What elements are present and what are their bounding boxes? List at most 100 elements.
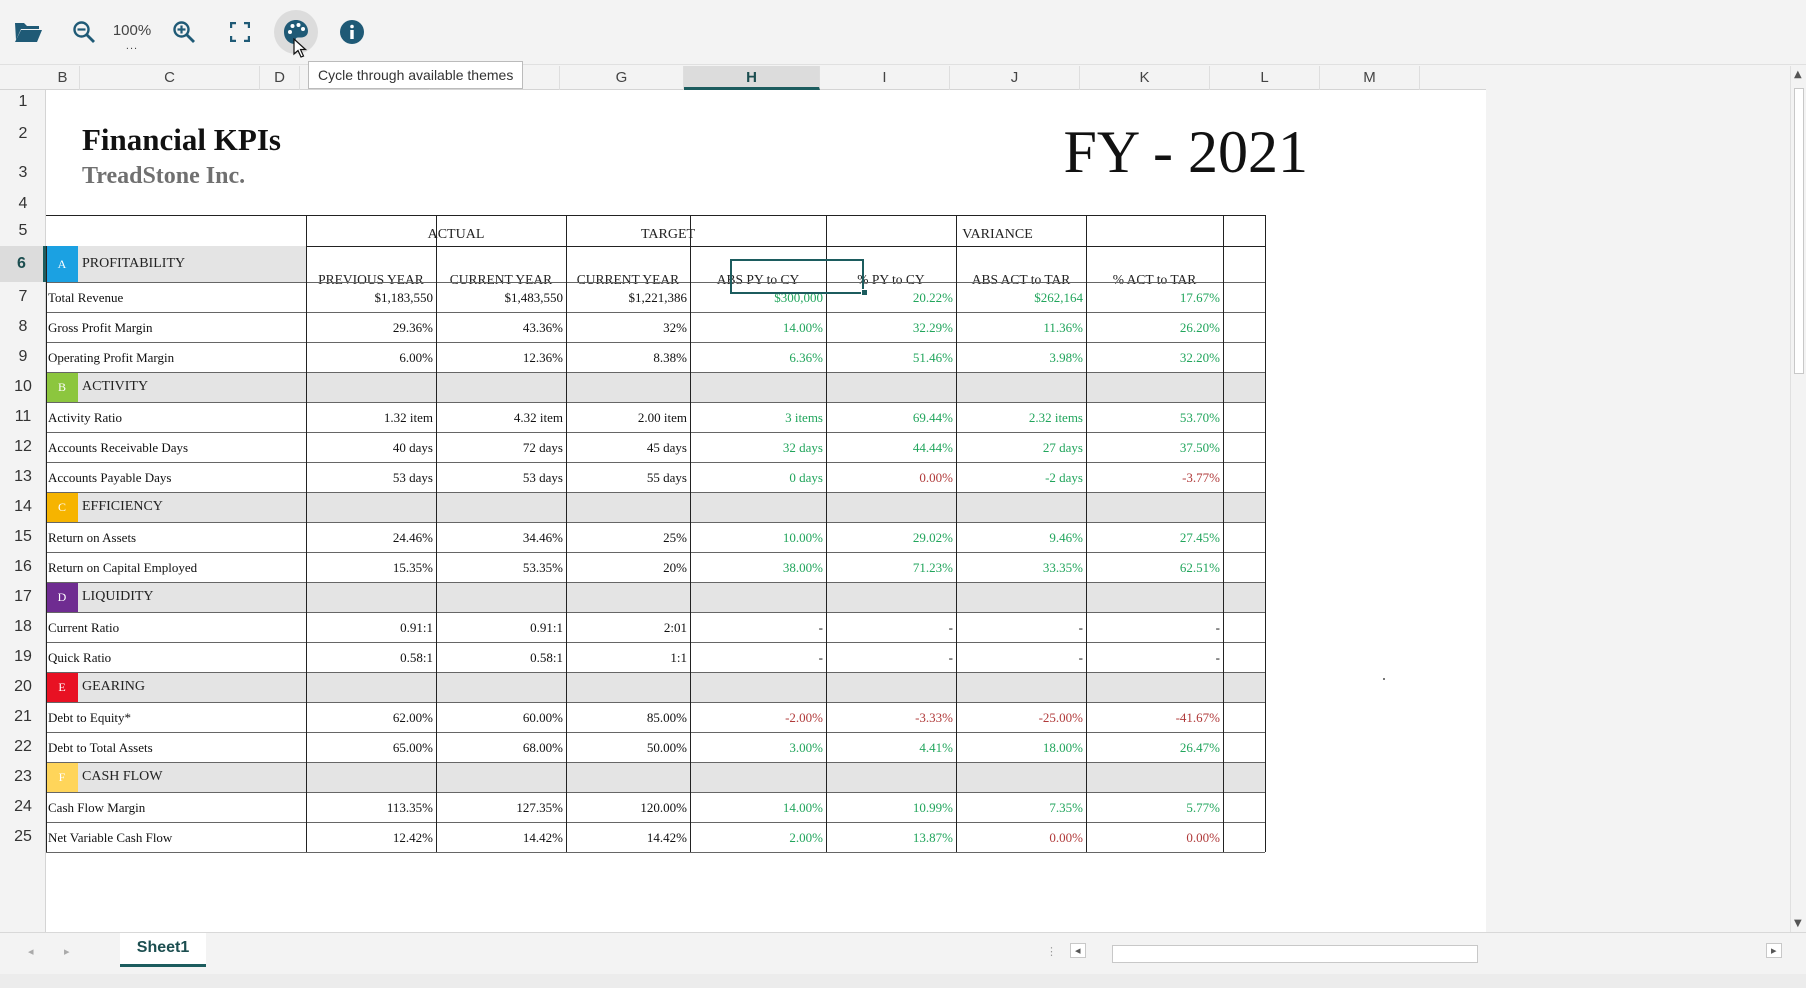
kpi-value[interactable]: 53 days (306, 470, 433, 486)
next-sheet-icon[interactable]: ▸ (64, 945, 70, 958)
kpi-value[interactable]: 11.36% (956, 320, 1083, 336)
kpi-value[interactable]: 29.02% (826, 530, 953, 546)
kpi-value[interactable]: - (956, 650, 1083, 666)
kpi-value[interactable]: - (826, 650, 953, 666)
row-header-8[interactable]: 8 (0, 312, 46, 342)
kpi-value[interactable]: 24.46% (306, 530, 433, 546)
vertical-scrollbar[interactable]: ▲ ▼ (1790, 66, 1806, 932)
column-header-k[interactable]: K (1080, 66, 1210, 90)
fullscreen-button[interactable] (218, 10, 262, 54)
kpi-value[interactable]: 0 days (690, 470, 823, 486)
kpi-value[interactable]: 55 days (566, 470, 687, 486)
scroll-left-icon[interactable]: ◂ (1070, 943, 1086, 958)
row-header-17[interactable]: 17 (0, 582, 46, 612)
kpi-value[interactable]: 14.00% (690, 800, 823, 816)
row-header-7[interactable]: 7 (0, 282, 46, 312)
column-header-i[interactable]: I (820, 66, 950, 90)
kpi-value[interactable]: 60.00% (436, 710, 563, 726)
fill-handle[interactable] (861, 289, 868, 296)
prev-sheet-icon[interactable]: ◂ (28, 945, 34, 958)
kpi-value[interactable]: 2:01 (566, 620, 687, 636)
column-header-h[interactable]: H (684, 66, 820, 90)
kpi-value[interactable]: - (956, 620, 1083, 636)
row-header-10[interactable]: 10 (0, 372, 46, 402)
kpi-value[interactable]: 0.00% (826, 470, 953, 486)
tab-splitter-icon[interactable]: ⋮ (1046, 945, 1057, 958)
row-header-13[interactable]: 13 (0, 462, 46, 492)
kpi-value[interactable]: 0.58:1 (306, 650, 433, 666)
kpi-value[interactable]: $1,483,550 (436, 290, 564, 306)
scroll-right-icon[interactable]: ▸ (1766, 943, 1782, 958)
kpi-value[interactable]: 26.20% (1086, 320, 1220, 336)
kpi-value[interactable]: 44.44% (826, 440, 953, 456)
kpi-value[interactable]: - (1086, 650, 1220, 666)
kpi-value[interactable]: 9.46% (956, 530, 1083, 546)
kpi-value[interactable]: -2 days (956, 470, 1083, 486)
kpi-value[interactable]: 45 days (566, 440, 687, 456)
kpi-value[interactable]: 27.45% (1086, 530, 1220, 546)
row-header-1[interactable]: 1 (0, 90, 46, 114)
kpi-value[interactable]: 50.00% (566, 740, 687, 756)
kpi-value[interactable]: 2.00 item (566, 410, 687, 426)
kpi-value[interactable]: 12.42% (306, 830, 433, 846)
selected-cell[interactable] (730, 259, 864, 294)
row-header-21[interactable]: 21 (0, 702, 46, 732)
kpi-value[interactable]: 26.47% (1086, 740, 1220, 756)
kpi-value[interactable]: 43.36% (436, 320, 563, 336)
row-header-19[interactable]: 19 (0, 642, 46, 672)
column-header-g[interactable]: G (560, 66, 684, 90)
kpi-value[interactable]: 3.00% (690, 740, 823, 756)
column-header-m[interactable]: M (1320, 66, 1420, 90)
row-header-20[interactable]: 20 (0, 672, 46, 702)
kpi-value[interactable]: 62.51% (1086, 560, 1220, 576)
kpi-value[interactable]: 0.91:1 (436, 620, 563, 636)
zoom-in-button[interactable] (162, 10, 206, 54)
row-header-12[interactable]: 12 (0, 432, 46, 462)
row-header-18[interactable]: 18 (0, 612, 46, 642)
kpi-value[interactable]: 0.00% (1086, 830, 1220, 846)
kpi-value[interactable]: $1,183,550 (306, 290, 434, 306)
kpi-value[interactable]: 4.41% (826, 740, 953, 756)
kpi-value[interactable]: 53 days (436, 470, 563, 486)
open-file-button[interactable] (6, 10, 50, 54)
kpi-value[interactable]: - (1086, 620, 1220, 636)
row-header-11[interactable]: 11 (0, 402, 46, 432)
kpi-value[interactable]: 120.00% (566, 800, 687, 816)
kpi-value[interactable]: 14.42% (436, 830, 563, 846)
kpi-value[interactable]: 68.00% (436, 740, 563, 756)
kpi-value[interactable]: 37.50% (1086, 440, 1220, 456)
row-header-15[interactable]: 15 (0, 522, 46, 552)
scroll-down-icon[interactable]: ▼ (1794, 918, 1802, 929)
kpi-value[interactable]: - (826, 620, 953, 636)
sheet-tab-sheet1[interactable]: Sheet1 (120, 933, 206, 967)
horizontal-scroll-thumb[interactable] (1112, 945, 1478, 963)
kpi-value[interactable]: 14.42% (566, 830, 687, 846)
kpi-value[interactable]: 127.35% (436, 800, 563, 816)
kpi-value[interactable]: 7.35% (956, 800, 1083, 816)
column-header-l[interactable]: L (1210, 66, 1320, 90)
row-header-16[interactable]: 16 (0, 552, 46, 582)
kpi-value[interactable]: 13.87% (826, 830, 953, 846)
vertical-scroll-thumb[interactable] (1794, 88, 1804, 374)
kpi-value[interactable]: 6.00% (306, 350, 433, 366)
kpi-value[interactable]: 27 days (956, 440, 1083, 456)
kpi-value[interactable]: 6.36% (690, 350, 823, 366)
kpi-value[interactable]: 5.77% (1086, 800, 1220, 816)
row-header-4[interactable]: 4 (0, 192, 46, 215)
row-header-6[interactable]: 6 (0, 246, 46, 282)
zoom-menu-ellipsis[interactable]: ... (108, 40, 156, 52)
kpi-value[interactable]: 33.35% (956, 560, 1083, 576)
kpi-value[interactable]: -25.00% (956, 710, 1083, 726)
kpi-value[interactable]: $262,164 (956, 290, 1083, 306)
kpi-value[interactable]: 14.00% (690, 320, 823, 336)
row-header-23[interactable]: 23 (0, 762, 46, 792)
kpi-value[interactable]: 2.00% (690, 830, 823, 846)
kpi-value[interactable]: 0.58:1 (436, 650, 563, 666)
kpi-value[interactable]: $1,221,386 (566, 290, 688, 306)
zoom-out-button[interactable] (62, 10, 106, 54)
kpi-value[interactable]: 113.35% (306, 800, 433, 816)
kpi-value[interactable]: 85.00% (566, 710, 687, 726)
kpi-value[interactable]: 53.70% (1086, 410, 1220, 426)
info-button[interactable] (330, 10, 374, 54)
kpi-value[interactable]: 3.98% (956, 350, 1083, 366)
